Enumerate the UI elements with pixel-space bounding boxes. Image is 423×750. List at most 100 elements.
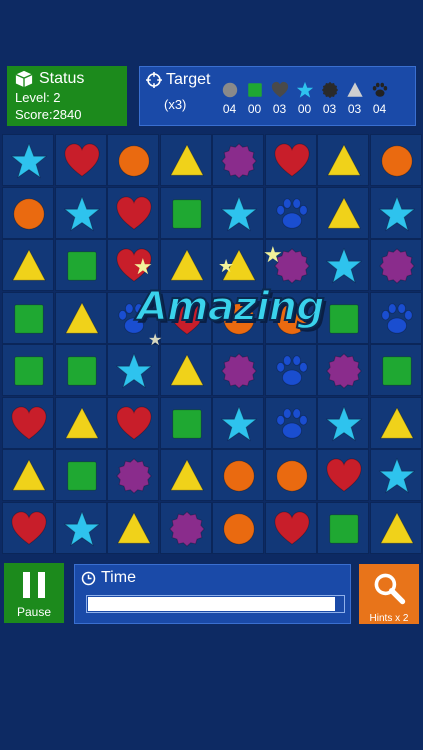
board-tile-star[interactable]: [54, 186, 107, 239]
paw-icon: [275, 197, 308, 229]
star-icon: [220, 195, 258, 231]
board-tile-square[interactable]: [317, 501, 369, 554]
board-tile-heart[interactable]: [107, 396, 159, 449]
target-count: 04: [372, 102, 387, 116]
board-tile-heart[interactable]: [317, 449, 369, 501]
board-tile-paw[interactable]: [264, 344, 317, 396]
board-tile-circle[interactable]: [212, 501, 264, 554]
board-tile-heart[interactable]: [54, 134, 107, 186]
circle-icon: [223, 460, 255, 492]
board-tile-heart[interactable]: [264, 134, 317, 186]
board-tile-triangle[interactable]: [159, 134, 212, 186]
hints-button[interactable]: Hints x 2: [359, 564, 419, 624]
target-item: 00: [243, 81, 266, 116]
square-icon: [171, 198, 202, 229]
circle-icon: [13, 197, 45, 230]
square-icon: [66, 461, 97, 491]
board-tile-paw[interactable]: [264, 186, 317, 239]
triangle-icon: [169, 458, 204, 491]
board-tile-square[interactable]: [54, 449, 107, 501]
board-tile-triangle[interactable]: [107, 501, 159, 554]
star-icon: [325, 405, 363, 441]
board-tile-circle[interactable]: [2, 186, 54, 239]
board-tile-heart[interactable]: [107, 186, 159, 239]
board-tile-star[interactable]: [317, 239, 369, 291]
pause-button[interactable]: Pause: [4, 563, 64, 623]
square-icon: [14, 356, 44, 386]
game-board[interactable]: [0, 134, 423, 555]
target-item: 03: [318, 81, 341, 116]
board-tile-triangle[interactable]: [369, 501, 422, 554]
star-icon: [63, 195, 100, 231]
target-panel: Target (x3) 04 00 03 00 03 03 04: [139, 66, 416, 126]
clock-icon: [81, 571, 96, 585]
board-tile-triangle[interactable]: [369, 396, 422, 449]
star-icon: [115, 352, 153, 389]
board-tile-triangle[interactable]: [159, 449, 212, 501]
triangle-icon: [12, 458, 46, 491]
board-tile-paw[interactable]: [264, 396, 317, 449]
heart-icon: [11, 510, 47, 545]
square-icon: [14, 303, 44, 334]
board-tile-square[interactable]: [369, 344, 422, 396]
board-tile-star[interactable]: [369, 186, 422, 239]
board-tile-square[interactable]: [159, 186, 212, 239]
board-tile-square[interactable]: [2, 344, 54, 396]
target-count: 03: [272, 102, 287, 116]
board-tile-star[interactable]: [369, 449, 422, 501]
sparkle-star-icon: ★: [263, 242, 283, 267]
board-tile-flower[interactable]: [212, 344, 264, 396]
board-tile-square[interactable]: [317, 291, 369, 344]
heart-icon: [116, 405, 152, 440]
board-tile-square[interactable]: [2, 291, 54, 344]
board-tile-paw[interactable]: [369, 291, 422, 344]
board-tile-flower[interactable]: [317, 344, 369, 396]
board-tile-star[interactable]: [107, 344, 159, 396]
board-tile-triangle[interactable]: [317, 134, 369, 186]
time-label: Time: [101, 569, 136, 586]
triangle-icon: [64, 301, 99, 334]
board-tile-star[interactable]: [2, 134, 54, 186]
board-tile-triangle[interactable]: [159, 344, 212, 396]
board-tile-triangle[interactable]: [2, 239, 54, 291]
board-tile-circle[interactable]: [212, 449, 264, 501]
paw-icon: [380, 302, 413, 334]
board-tile-flower[interactable]: [369, 239, 422, 291]
sparkle-star-icon: ★: [218, 256, 235, 276]
board-tile-triangle[interactable]: [317, 186, 369, 239]
target-item: 03: [343, 81, 366, 116]
board-tile-triangle[interactable]: [54, 291, 107, 344]
star-icon: [10, 142, 48, 179]
score-text: Score:2840: [15, 107, 82, 122]
pause-icon: [23, 572, 45, 598]
board-tile-star[interactable]: [212, 396, 264, 449]
board-tile-flower[interactable]: [107, 449, 159, 501]
board-tile-heart[interactable]: [2, 396, 54, 449]
board-tile-circle[interactable]: [369, 134, 422, 186]
target-multiplier: (x3): [164, 97, 187, 112]
board-tile-square[interactable]: [159, 396, 212, 449]
board-tile-flower[interactable]: [159, 501, 212, 554]
board-tile-circle[interactable]: [107, 134, 159, 186]
board-tile-heart[interactable]: [264, 501, 317, 554]
target-items: 04 00 03 00 03 03 04: [218, 81, 391, 116]
board-tile-star[interactable]: [317, 396, 369, 449]
board-tile-heart[interactable]: [2, 501, 54, 554]
board-tile-triangle[interactable]: [2, 449, 54, 501]
star-icon: [378, 457, 415, 494]
board-tile-star[interactable]: [54, 501, 107, 554]
board-tile-circle[interactable]: [264, 449, 317, 501]
triangle-icon: [327, 196, 361, 229]
triangle-icon: [169, 143, 204, 176]
board-tile-triangle[interactable]: [54, 396, 107, 449]
square-icon: [329, 303, 359, 334]
triangle-icon: [169, 353, 204, 386]
board-tile-square[interactable]: [54, 239, 107, 291]
circle-icon: [275, 460, 308, 492]
triangle-icon: [169, 248, 204, 281]
target-item: 04: [218, 81, 241, 116]
board-tile-square[interactable]: [54, 344, 107, 396]
heart-icon: [116, 195, 152, 230]
board-tile-star[interactable]: [212, 186, 264, 239]
board-tile-flower[interactable]: [212, 134, 264, 186]
